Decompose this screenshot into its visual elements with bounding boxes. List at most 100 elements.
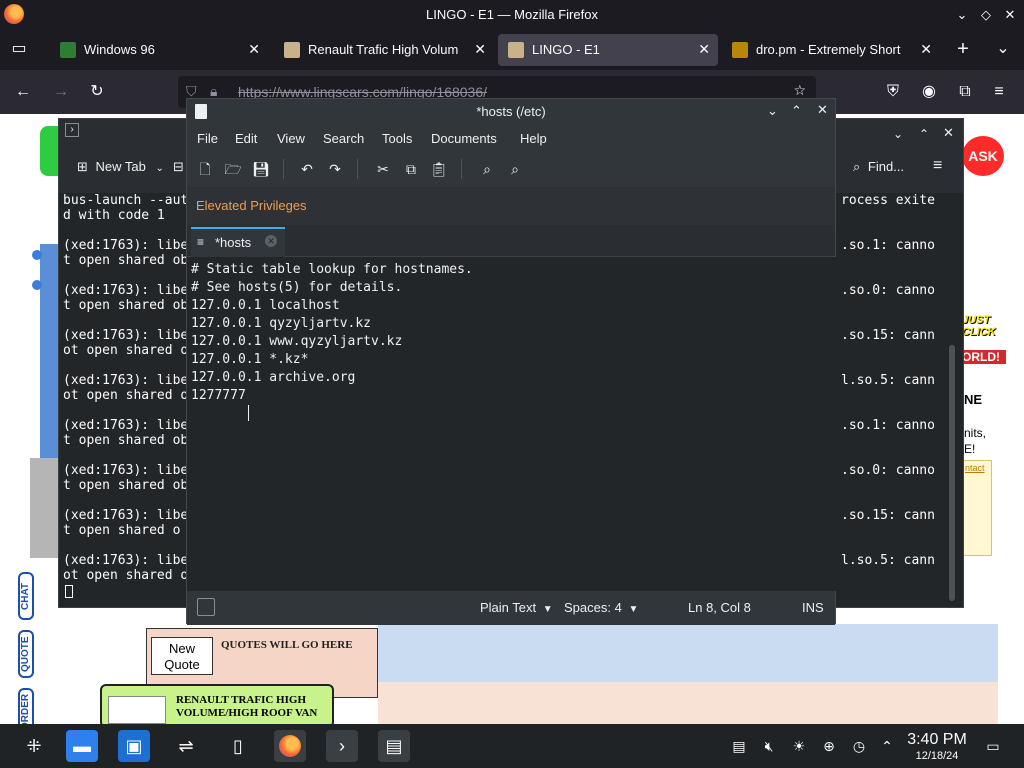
maximize-icon[interactable]: ⌃	[919, 127, 929, 141]
close-icon[interactable]: ✕	[817, 102, 828, 118]
back-icon[interactable]: ←	[12, 81, 34, 103]
toolbar-separator	[461, 159, 462, 179]
updates-icon[interactable]: ◷	[850, 737, 868, 755]
tab-windows96[interactable]: Windows 96 ✕	[50, 34, 268, 66]
quotes-placeholder: QUOTES WILL GO HERE	[221, 639, 353, 651]
side-panel-toggle-icon[interactable]	[197, 598, 215, 616]
close-tab-icon[interactable]: ✕	[474, 41, 486, 58]
menu-edit[interactable]: Edit	[235, 131, 257, 146]
brightness-icon[interactable]: ☀	[790, 737, 808, 755]
contact-link[interactable]: ntact	[965, 463, 985, 473]
find-button[interactable]: ⌕ Find...	[853, 159, 904, 175]
settings-icon[interactable]: ⇌	[170, 730, 202, 762]
undo-icon[interactable]: ↶	[297, 159, 317, 179]
menu-icon[interactable]: ≡	[988, 81, 1010, 103]
split-view-icon[interactable]: ⊟	[173, 159, 184, 175]
bookmark-star-icon[interactable]: ☆	[793, 82, 806, 99]
maximize-icon[interactable]: ⌃	[791, 103, 802, 119]
cut-icon[interactable]: ✂	[373, 159, 393, 179]
tab-dropm[interactable]: dro.pm - Extremely Short ✕	[722, 34, 940, 66]
firefox-titlebar: LINGO - E1 — Mozilla Firefox ⌄ ◇ ✕	[0, 0, 1024, 30]
spaces-selector[interactable]: Spaces: 4 ▼	[564, 600, 638, 615]
world-text: ORLD!	[962, 350, 1006, 364]
close-tab-icon[interactable]: ✕	[265, 235, 277, 247]
language-selector[interactable]: Plain Text ▼	[480, 600, 553, 615]
hamburger-menu-icon[interactable]: ≡	[933, 157, 942, 175]
tab-hosts[interactable]: ≡ *hosts ✕	[191, 227, 285, 257]
clock-time[interactable]: 3:40 PM	[904, 731, 970, 749]
account-icon[interactable]: ◉	[918, 81, 940, 103]
elevated-privileges-label: Elevated Privileges	[196, 198, 307, 213]
paste-icon[interactable]: 📋︎	[429, 159, 449, 179]
side-nav-order[interactable]: ORDER	[18, 688, 34, 724]
just-click-text[interactable]: JUST CLICK	[962, 314, 1006, 338]
open-document-icon[interactable]: 🗁	[223, 159, 243, 179]
lingo-favicon-icon	[508, 42, 524, 58]
menu-help[interactable]: Help	[520, 131, 547, 146]
network-icon[interactable]: ⊕	[820, 737, 838, 755]
menu-search[interactable]: Search	[323, 131, 364, 146]
pocket-icon[interactable]: ⛨	[882, 81, 904, 103]
firefox-icon[interactable]	[274, 730, 306, 762]
search-replace-icon[interactable]: ⌕	[505, 159, 525, 179]
minimize-icon[interactable]: ⌄	[952, 5, 972, 25]
new-document-icon[interactable]: 🗋	[195, 159, 215, 179]
terminal-menu-icon[interactable]: ›	[65, 123, 79, 137]
reload-icon[interactable]: ↻	[86, 81, 108, 103]
info-icon[interactable]	[32, 250, 42, 260]
menu-tools[interactable]: Tools	[382, 131, 412, 146]
new-quote-button[interactable]: New Quote	[151, 637, 213, 675]
toolbar-separator	[357, 159, 358, 179]
redo-icon[interactable]: ↷	[325, 159, 345, 179]
extensions-icon[interactable]: ⧉	[954, 81, 976, 103]
menu-view[interactable]: View	[277, 131, 305, 146]
file-manager-icon[interactable]: ▬	[66, 730, 98, 762]
chevron-down-icon[interactable]: ⌄	[156, 163, 164, 174]
menu-file[interactable]: File	[197, 131, 218, 146]
text-file-icon[interactable]: ▯	[222, 730, 254, 762]
clipboard-icon[interactable]: ▤	[730, 737, 748, 755]
tab-list-icon[interactable]: ⌄	[992, 38, 1014, 60]
close-tab-icon[interactable]: ✕	[920, 41, 932, 58]
clock-date[interactable]: 12/18/24	[904, 750, 970, 762]
peach-strip	[378, 682, 998, 724]
close-tab-icon[interactable]: ✕	[248, 41, 260, 58]
search-icon[interactable]: ⌕	[477, 159, 497, 179]
terminal-icon[interactable]: ›	[326, 730, 358, 762]
new-tab-button[interactable]: ⊞ New Tab ⌄	[77, 159, 164, 175]
minimize-icon[interactable]: ⌄	[767, 103, 778, 119]
forward-icon[interactable]: →	[50, 81, 72, 103]
copy-icon[interactable]: ⧉	[401, 159, 421, 179]
save-icon[interactable]: 💾︎	[251, 159, 271, 179]
close-icon[interactable]: ✕	[1000, 5, 1020, 25]
renault-offer[interactable]: RENAULT TRAFIC HIGH VOLUME/HIGH ROOF VAN	[100, 684, 334, 724]
editor-text-area[interactable]: # Static table lookup for hostnames. # S…	[187, 257, 837, 591]
show-desktop-icon[interactable]: ▭	[984, 737, 1002, 755]
tab-renault[interactable]: Renault Trafic High Volum ✕	[274, 34, 494, 66]
side-nav-chat[interactable]: CHAT	[18, 572, 34, 620]
side-nav-quote[interactable]: QUOTE	[18, 630, 34, 678]
terminal-scrollbar[interactable]	[949, 345, 955, 601]
editor-content[interactable]: # Static table lookup for hostnames. # S…	[191, 261, 473, 405]
app-launcher-icon[interactable]: ⁜	[18, 730, 50, 762]
tab-lingo[interactable]: LINGO - E1 ✕	[498, 34, 718, 66]
info-icon[interactable]	[32, 280, 42, 290]
new-tab-icon[interactable]: +	[952, 38, 974, 60]
terminal-output-right[interactable]: rocess exite .so.1: canno .so.0: canno .…	[841, 193, 935, 568]
close-icon[interactable]: ✕	[943, 125, 954, 141]
volume-muted-icon[interactable]: 🔇︎	[760, 737, 778, 755]
software-center-icon[interactable]: ▣	[118, 730, 150, 762]
terminal-output-left[interactable]: bus-launch --aut d with code 1 (xed:1763…	[63, 193, 188, 583]
tab-overview-icon[interactable]: ▭	[8, 38, 30, 60]
close-tab-icon[interactable]: ✕	[698, 41, 710, 58]
blue-strip	[378, 624, 998, 684]
editor-titlebar: *hosts (/etc) ⌄ ⌃ ✕	[187, 99, 835, 125]
restore-icon[interactable]: ◇	[976, 5, 996, 25]
minimize-icon[interactable]: ⌄	[893, 127, 903, 141]
taskbar: ⁜ ▬ ▣ ⇌ ▯ › ▤ ▤ 🔇︎ ☀ ⊕ ◷ ⌃ 3:40 PM 12/18…	[0, 724, 1024, 768]
menu-documents[interactable]: Documents	[431, 131, 497, 146]
tray-expand-icon[interactable]: ⌃	[878, 737, 896, 755]
tab-label: Renault Trafic High Volum	[308, 42, 459, 57]
ask-badge[interactable]: ASK	[962, 136, 1004, 176]
text-editor-icon[interactable]: ▤	[378, 730, 410, 762]
